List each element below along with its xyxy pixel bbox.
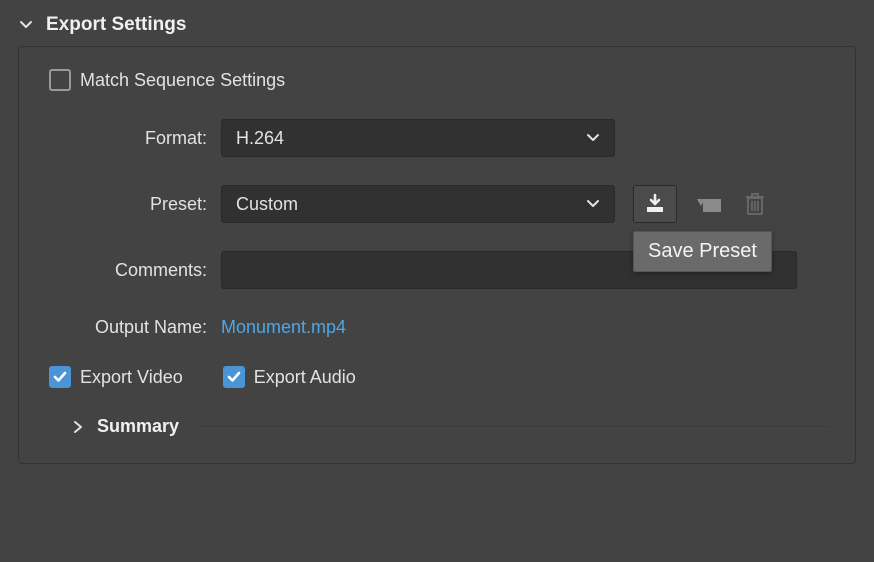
preset-label: Preset: [45,194,221,215]
match-sequence-checkbox-wrap[interactable]: Match Sequence Settings [49,69,285,91]
comments-label: Comments: [45,260,221,281]
section-title: Export Settings [46,14,186,36]
match-sequence-checkbox[interactable] [49,69,71,91]
preset-row: Preset: Custom [45,185,829,223]
export-video-wrap[interactable]: Export Video [49,366,183,388]
output-name-row: Output Name: Monument.mp4 [45,317,829,338]
output-filename-link[interactable]: Monument.mp4 [221,317,346,338]
summary-row: Summary [71,416,829,437]
summary-divider [197,426,829,427]
import-preset-button[interactable] [687,185,731,223]
checkmark-icon [53,370,67,384]
export-audio-checkbox[interactable] [223,366,245,388]
trash-icon [745,192,765,216]
chevron-down-icon [19,18,33,32]
format-select[interactable]: H.264 [221,119,615,157]
match-sequence-row: Match Sequence Settings [49,69,829,91]
collapse-toggle[interactable] [18,17,34,33]
export-audio-wrap[interactable]: Export Audio [223,366,356,388]
preset-select[interactable]: Custom [221,185,615,223]
summary-title: Summary [97,416,179,437]
export-video-label: Export Video [80,367,183,388]
checkmark-icon [227,370,241,384]
export-settings-panel: Export Settings Match Sequence Settings … [0,0,874,482]
export-audio-label: Export Audio [254,367,356,388]
import-preset-icon [695,193,723,215]
section-header: Export Settings [18,14,856,36]
match-sequence-label: Match Sequence Settings [80,70,285,91]
save-preset-icon [643,193,667,215]
export-video-checkbox[interactable] [49,366,71,388]
section-body: Match Sequence Settings Format: H.264 Pr… [18,46,856,464]
export-toggles-row: Export Video Export Audio [49,366,829,388]
chevron-down-icon [586,197,600,211]
format-row: Format: H.264 [45,119,829,157]
output-name-label: Output Name: [45,317,221,338]
delete-preset-button[interactable] [741,185,769,223]
preset-value: Custom [236,194,298,215]
summary-toggle[interactable] [71,421,85,433]
format-value: H.264 [236,128,284,149]
save-preset-button[interactable] [633,185,677,223]
chevron-right-icon [73,421,83,433]
preset-buttons: Save Preset [633,185,769,223]
format-label: Format: [45,128,221,149]
chevron-down-icon [586,131,600,145]
save-preset-tooltip: Save Preset [633,231,772,272]
